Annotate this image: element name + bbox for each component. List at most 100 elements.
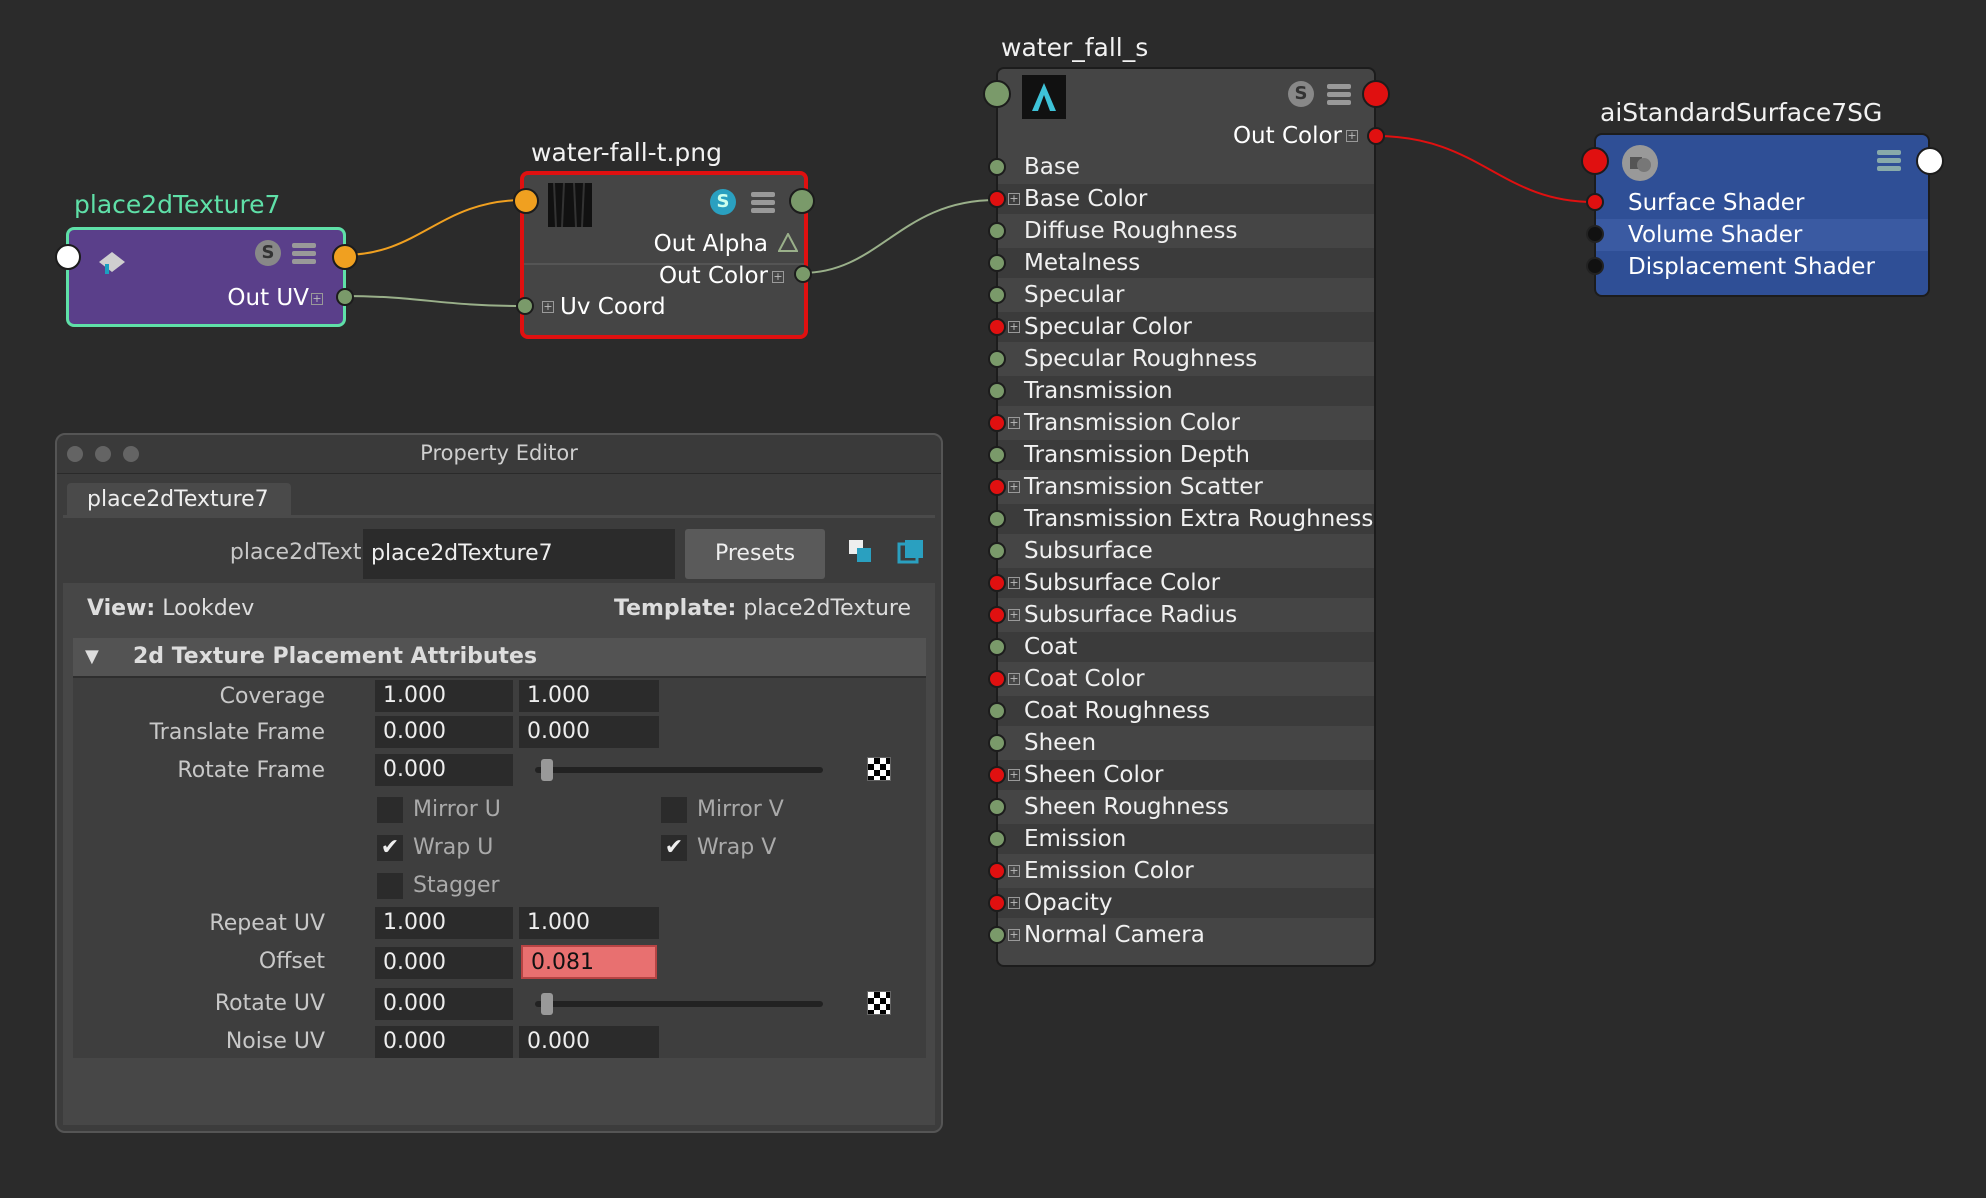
menu-icon[interactable] bbox=[291, 240, 317, 266]
shader-attr-row[interactable]: Specular Roughness bbox=[998, 344, 1374, 374]
shader-attr-port[interactable] bbox=[988, 318, 1006, 336]
rotate-frame-slider[interactable] bbox=[535, 767, 823, 773]
shader-attr-row[interactable]: Normal Camera + bbox=[998, 920, 1374, 950]
sg-output-port[interactable] bbox=[1916, 147, 1944, 175]
expand-plus-icon[interactable]: + bbox=[1008, 577, 1020, 589]
property-editor-titlebar[interactable]: Property Editor bbox=[57, 435, 941, 474]
shader-attr-port[interactable] bbox=[988, 478, 1006, 496]
shader-attr-row[interactable]: Specular bbox=[998, 280, 1374, 310]
shader-attr-port[interactable] bbox=[988, 222, 1006, 240]
repeat-u-field[interactable]: 1.000 bbox=[375, 907, 513, 939]
shader-attr-port[interactable] bbox=[988, 606, 1006, 624]
shader-attr-port[interactable] bbox=[988, 446, 1006, 464]
sg-node[interactable]: Surface Shader Volume Shader Displacemen… bbox=[1594, 133, 1930, 297]
place2d-node[interactable]: S Out UV + bbox=[66, 227, 346, 327]
rotate-frame-field[interactable]: 0.000 bbox=[375, 754, 513, 786]
focus-icon[interactable] bbox=[847, 538, 873, 564]
wrap-v-checkbox[interactable]: ✔ bbox=[661, 835, 687, 861]
expand-plus-icon[interactable]: + bbox=[1008, 193, 1020, 205]
menu-icon[interactable] bbox=[750, 189, 776, 215]
shader-attr-row[interactable]: Emission bbox=[998, 824, 1374, 854]
expand-plus-icon[interactable]: + bbox=[1008, 417, 1020, 429]
view-value[interactable]: Lookdev bbox=[162, 596, 254, 621]
repeat-v-field[interactable]: 1.000 bbox=[519, 907, 659, 939]
shader-attr-port[interactable] bbox=[988, 254, 1006, 272]
swatch-s-icon[interactable]: S bbox=[255, 240, 281, 266]
surface-shader-port[interactable] bbox=[1586, 193, 1604, 211]
offset-u-field[interactable]: 0.000 bbox=[375, 947, 513, 979]
expand-plus-icon[interactable]: + bbox=[1008, 481, 1020, 493]
shader-attr-port[interactable] bbox=[988, 350, 1006, 368]
shader-attr-port[interactable] bbox=[988, 542, 1006, 560]
menu-icon[interactable] bbox=[1876, 147, 1902, 173]
place2d-input-port[interactable] bbox=[55, 244, 81, 270]
swatch-s-icon[interactable]: S bbox=[710, 189, 736, 215]
out-color-port[interactable] bbox=[794, 265, 812, 283]
node-name-field[interactable]: place2dTexture7 bbox=[363, 529, 675, 579]
shader-attr-port[interactable] bbox=[988, 190, 1006, 208]
shader-attr-port[interactable] bbox=[988, 766, 1006, 784]
shader-attr-row[interactable]: Transmission Depth bbox=[998, 440, 1374, 470]
shader-attr-row[interactable]: Sheen bbox=[998, 728, 1374, 758]
section-header-2d-texture-placement[interactable]: ▼ 2d Texture Placement Attributes bbox=[73, 638, 926, 678]
sg-input-port[interactable] bbox=[1581, 147, 1609, 175]
shader-attr-row[interactable]: Coat bbox=[998, 632, 1374, 662]
shader-attr-port[interactable] bbox=[988, 574, 1006, 592]
noise-u-field[interactable]: 0.000 bbox=[375, 1026, 513, 1058]
map-button-icon[interactable] bbox=[867, 757, 891, 781]
shader-attr-row[interactable]: Coat Roughness bbox=[998, 696, 1374, 726]
stagger-checkbox[interactable] bbox=[377, 873, 403, 899]
shader-attr-port[interactable] bbox=[988, 702, 1006, 720]
shader-attr-row[interactable]: Sheen Color + bbox=[998, 760, 1374, 790]
coverage-v-field[interactable]: 1.000 bbox=[519, 680, 659, 712]
expand-plus-icon[interactable]: + bbox=[542, 301, 554, 313]
mirror-v-checkbox[interactable] bbox=[661, 797, 687, 823]
translate-frame-v-field[interactable]: 0.000 bbox=[519, 716, 659, 748]
collapse-arrow-icon[interactable]: ▼ bbox=[85, 638, 99, 676]
shader-attr-row[interactable]: Transmission Color + bbox=[998, 408, 1374, 438]
shader-attr-row[interactable]: Transmission Scatter + bbox=[998, 472, 1374, 502]
expand-plus-icon[interactable]: + bbox=[1008, 897, 1020, 909]
shader-attr-row[interactable]: Metalness bbox=[998, 248, 1374, 278]
shader-attr-row[interactable]: Sheen Roughness bbox=[998, 792, 1374, 822]
mirror-u-checkbox[interactable] bbox=[377, 797, 403, 823]
shader-attr-row[interactable]: Subsurface Radius + bbox=[998, 600, 1374, 630]
shader-attr-port[interactable] bbox=[988, 926, 1006, 944]
shader-attr-port[interactable] bbox=[988, 830, 1006, 848]
shader-attr-port[interactable] bbox=[988, 894, 1006, 912]
expand-plus-icon[interactable]: + bbox=[1008, 673, 1020, 685]
rotate-frame-slider-knob[interactable] bbox=[541, 759, 553, 781]
volume-shader-port[interactable] bbox=[1586, 225, 1604, 243]
out-uv-port[interactable] bbox=[336, 288, 354, 306]
copy-tab-icon[interactable] bbox=[897, 538, 925, 564]
shader-attr-row[interactable]: Subsurface Color + bbox=[998, 568, 1374, 598]
expand-plus-icon[interactable]: + bbox=[311, 293, 323, 305]
shader-node[interactable]: S Out Color + Base Base Color + Diffuse Rou… bbox=[988, 67, 1376, 967]
shader-attr-port[interactable] bbox=[988, 638, 1006, 656]
expand-plus-icon[interactable]: + bbox=[1008, 769, 1020, 781]
place2d-output-port[interactable] bbox=[332, 244, 358, 270]
offset-v-field[interactable]: 0.081 bbox=[521, 945, 657, 979]
rotate-uv-slider[interactable] bbox=[535, 1001, 823, 1007]
expand-plus-icon[interactable]: + bbox=[772, 271, 784, 283]
uv-coord-port[interactable] bbox=[516, 297, 534, 315]
expand-plus-icon[interactable]: + bbox=[1008, 929, 1020, 941]
presets-button[interactable]: Presets bbox=[685, 529, 825, 579]
coverage-u-field[interactable]: 1.000 bbox=[375, 680, 513, 712]
file-input-port[interactable] bbox=[513, 188, 539, 214]
shader-attr-row[interactable]: Coat Color + bbox=[998, 664, 1374, 694]
wrap-u-checkbox[interactable]: ✔ bbox=[377, 835, 403, 861]
shader-attr-port[interactable] bbox=[988, 670, 1006, 688]
shader-attr-row[interactable]: Base bbox=[998, 152, 1374, 182]
expand-plus-icon[interactable]: + bbox=[1008, 609, 1020, 621]
shader-attr-port[interactable] bbox=[988, 734, 1006, 752]
rotate-uv-slider-knob[interactable] bbox=[541, 993, 553, 1015]
shader-attr-port[interactable] bbox=[988, 862, 1006, 880]
displacement-shader-port[interactable] bbox=[1586, 257, 1604, 275]
rotate-uv-field[interactable]: 0.000 bbox=[375, 988, 513, 1020]
shader-out-color-port[interactable] bbox=[1367, 127, 1385, 145]
shader-attr-row[interactable]: Diffuse Roughness bbox=[998, 216, 1374, 246]
tab-place2dtexture7[interactable]: place2dTexture7 bbox=[67, 483, 291, 517]
shader-attr-port[interactable] bbox=[988, 510, 1006, 528]
shader-attr-row[interactable]: Opacity + bbox=[998, 888, 1374, 918]
